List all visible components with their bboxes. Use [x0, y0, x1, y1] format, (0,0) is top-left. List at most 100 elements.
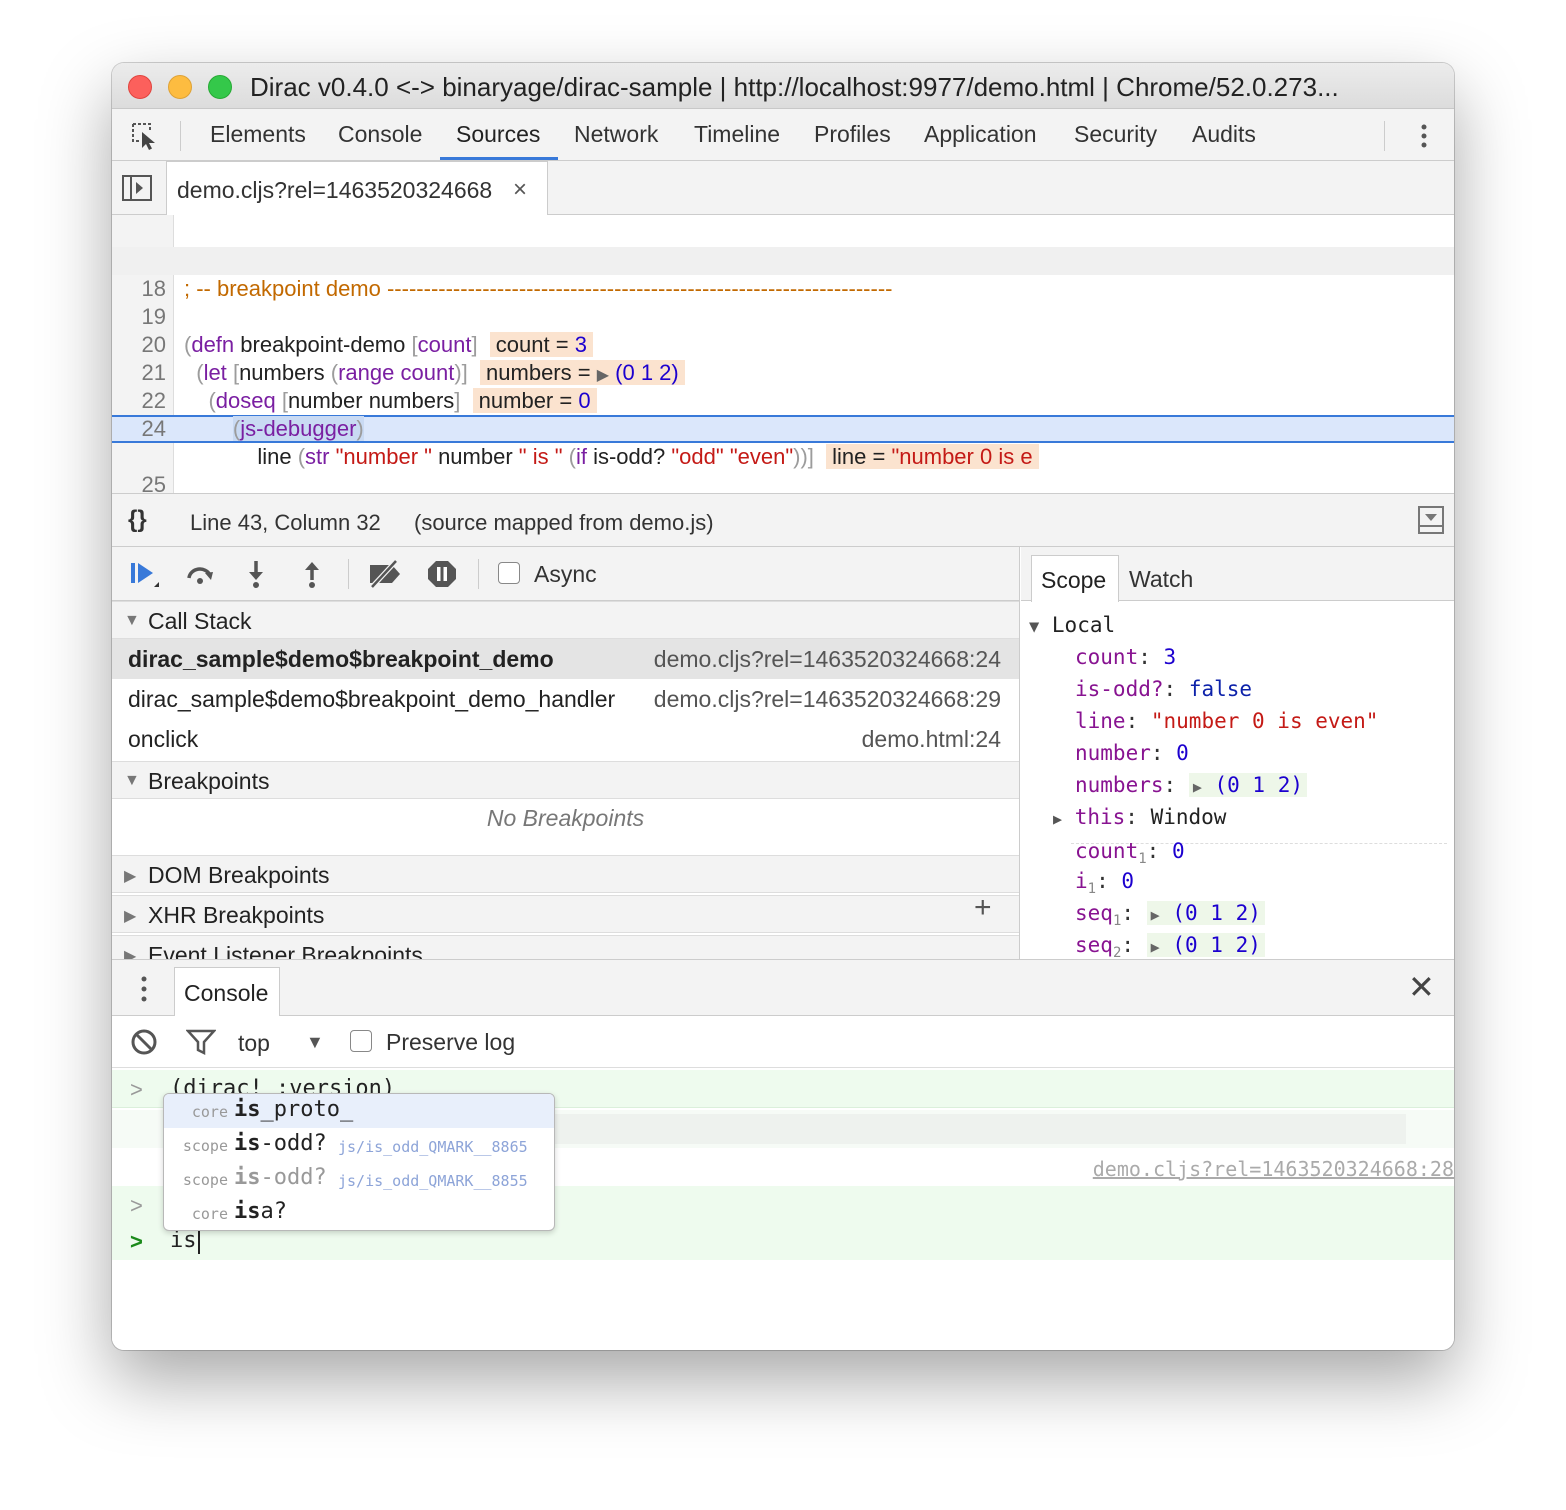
debugger-sidebar: Async ▼ Call Stack dirac_sample$demo$bre…: [112, 547, 1020, 959]
scope-variable[interactable]: count: 3: [1075, 645, 1176, 669]
tab-console-drawer[interactable]: Console: [174, 967, 280, 1016]
scope-variable[interactable]: count1: 0: [1075, 839, 1185, 867]
tab-network[interactable]: Network: [574, 121, 658, 148]
tab-security[interactable]: Security: [1074, 121, 1157, 148]
close-tab-icon[interactable]: ×: [513, 176, 527, 204]
section-title: XHR Breakpoints: [148, 902, 325, 928]
tab-sources[interactable]: Sources: [456, 121, 540, 148]
autocomplete-popup: core is_proto_ scope is-odd? js/is_odd_Q…: [163, 1093, 555, 1231]
drawer-tab-bar: Console ✕: [112, 960, 1454, 1016]
tab-profiles[interactable]: Profiles: [814, 121, 891, 148]
scope-variable[interactable]: numbers: ▶ (0 1 2): [1075, 773, 1308, 797]
show-navigator-icon[interactable]: [122, 174, 152, 202]
frame-location[interactable]: demo.cljs?rel=1463520324668:24: [654, 646, 1001, 673]
scope-variable[interactable]: seq1: ▶ (0 1 2): [1075, 901, 1265, 929]
more-options-icon[interactable]: [1414, 122, 1434, 150]
inspect-element-icon[interactable]: [130, 121, 160, 151]
async-checkbox[interactable]: [498, 562, 520, 584]
dom-breakpoints-header[interactable]: ▶ DOM Breakpoints: [112, 855, 1019, 893]
call-frame[interactable]: dirac_sample$demo$breakpoint_demo_handle…: [112, 679, 1019, 719]
step-into-icon[interactable]: [240, 559, 272, 589]
scope-title: Local: [1051, 613, 1116, 637]
console-input[interactable]: is: [170, 1228, 200, 1254]
preserve-log-label: Preserve log: [386, 1029, 516, 1055]
autocomplete-item[interactable]: scope is-odd? js/is_odd_QMARK__8855: [164, 1162, 554, 1196]
xhr-breakpoints-header[interactable]: ▶ XHR Breakpoints: [112, 895, 1019, 933]
resume-icon[interactable]: [128, 559, 160, 589]
collapsed-arrow-icon: ▶: [1053, 810, 1063, 828]
preserve-log-checkbox[interactable]: [350, 1030, 372, 1052]
add-xhr-breakpoint-button[interactable]: +: [974, 891, 992, 925]
active-tab-indicator: [440, 157, 558, 160]
zoom-window-button[interactable]: [208, 75, 232, 99]
window-title: Dirac v0.4.0 <-> binaryage/dirac-sample …: [250, 72, 1339, 102]
execution-line: 24 (js-debugger): [112, 415, 1454, 443]
frame-function: dirac_sample$demo$breakpoint_demo: [128, 646, 554, 672]
console-toolbar: top ▼ Preserve log: [112, 1016, 1454, 1068]
pretty-print-button[interactable]: {}: [128, 506, 147, 534]
code-editor[interactable]: 17 ; -- breakpoint demo ----------------…: [112, 215, 1454, 493]
scope-tab-bar: Scope Watch: [1021, 547, 1454, 602]
scope-variable[interactable]: number: 0: [1075, 741, 1189, 765]
cursor-position: Line 43, Column 32: [190, 510, 381, 535]
tab-timeline[interactable]: Timeline: [694, 121, 780, 148]
title-bar: Dirac v0.4.0 <-> binaryage/dirac-sample …: [112, 63, 1454, 109]
frame-location[interactable]: demo.cljs?rel=1463520324668:29: [654, 686, 1001, 713]
code-line: 18: [112, 247, 1454, 301]
breakpoints-header[interactable]: ▼ Breakpoints: [112, 761, 1019, 799]
filter-icon[interactable]: [186, 1028, 216, 1056]
console-source-link[interactable]: demo.cljs?rel=1463520324668:28: [1093, 1157, 1454, 1181]
step-out-icon[interactable]: [296, 559, 328, 589]
tab-watch[interactable]: Watch: [1129, 566, 1193, 593]
frame-location[interactable]: demo.html:24: [862, 726, 1001, 753]
main-tab-bar: Elements Console Sources Network Timelin…: [112, 109, 1454, 161]
scope-local-header[interactable]: ▼ Local: [1029, 613, 1115, 637]
expanded-arrow-icon: ▼: [124, 612, 140, 629]
tab-console[interactable]: Console: [338, 121, 422, 148]
scope-variable[interactable]: is-odd?: false: [1075, 677, 1252, 701]
call-frame[interactable]: onclick demo.html:24: [112, 719, 1019, 759]
call-stack-header[interactable]: ▼ Call Stack: [112, 601, 1019, 639]
code-line: 23 line (str "number " number " is " (if…: [112, 387, 1454, 469]
section-title: DOM Breakpoints: [148, 862, 330, 888]
pause-on-exceptions-icon[interactable]: [426, 559, 458, 589]
tab-audits[interactable]: Audits: [1192, 121, 1256, 148]
toolbar-divider: [478, 559, 479, 589]
close-window-button[interactable]: [128, 75, 152, 99]
tab-label: Scope: [1041, 567, 1107, 593]
expanded-arrow-icon: ▼: [1029, 617, 1040, 637]
source-map-info[interactable]: (source mapped from demo.js): [414, 510, 714, 536]
execution-context-select[interactable]: top: [238, 1030, 270, 1057]
step-over-icon[interactable]: [184, 559, 216, 589]
tab-application[interactable]: Application: [924, 121, 1037, 148]
scope-variable[interactable]: i1: 0: [1075, 869, 1134, 897]
devtools-window: Dirac v0.4.0 <-> binaryage/dirac-sample …: [112, 63, 1454, 1350]
clear-console-icon[interactable]: [130, 1028, 158, 1056]
tab-elements[interactable]: Elements: [210, 121, 306, 148]
dropdown-arrow-icon[interactable]: ▼: [306, 1032, 324, 1053]
deactivate-breakpoints-icon[interactable]: [366, 559, 404, 589]
scope-variable[interactable]: line: "number 0 is even": [1075, 709, 1378, 733]
autocomplete-item[interactable]: core isa?: [164, 1196, 554, 1230]
close-drawer-icon[interactable]: ✕: [1408, 968, 1435, 1006]
frame-function: dirac_sample$demo$breakpoint_demo_handle…: [128, 686, 616, 712]
event-listener-breakpoints-header[interactable]: ▶ Event Listener Breakpoints: [112, 935, 1019, 959]
editor-file-tab[interactable]: demo.cljs?rel=1463520324668 ×: [166, 161, 548, 216]
expanded-arrow-icon: ▼: [124, 772, 140, 789]
autocomplete-item[interactable]: scope is-odd? js/is_odd_QMARK__8865: [164, 1128, 554, 1162]
code-line: 19 (defn breakpoint-demo [count] count =…: [112, 275, 1454, 357]
collapsed-arrow-icon: ▶: [124, 868, 137, 885]
scope-variable[interactable]: ▶ this: Window: [1053, 805, 1226, 829]
code-line: 26: [112, 471, 1454, 493]
minimize-window-button[interactable]: [168, 75, 192, 99]
section-title: Breakpoints: [148, 768, 270, 794]
section-title: Call Stack: [148, 608, 252, 634]
tab-scope[interactable]: Scope: [1031, 555, 1119, 602]
toggle-debugger-icon[interactable]: [1418, 506, 1444, 534]
drawer-menu-icon[interactable]: [136, 974, 152, 1004]
code-line: 21 (doseq [number numbers] number = 0: [112, 331, 1454, 413]
line-number[interactable]: 24: [112, 415, 166, 443]
call-frame[interactable]: dirac_sample$demo$breakpoint_demo demo.c…: [112, 639, 1019, 679]
scope-variable[interactable]: seq2: ▶ (0 1 2): [1075, 933, 1265, 959]
autocomplete-item[interactable]: core is_proto_: [164, 1094, 554, 1128]
